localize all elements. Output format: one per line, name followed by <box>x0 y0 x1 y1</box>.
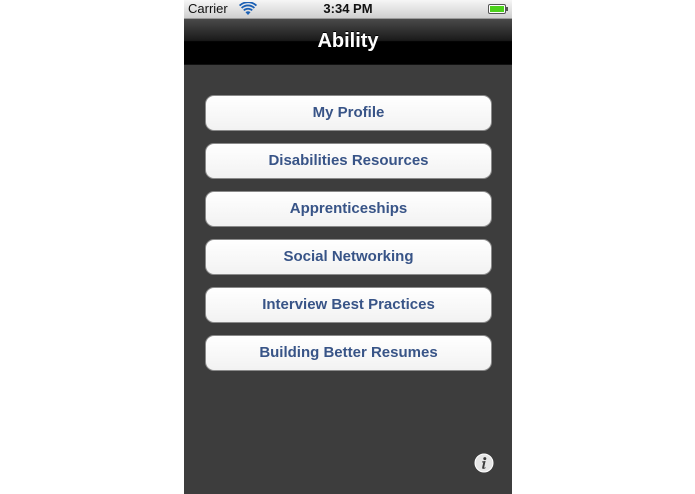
main-content: My Profile Disabilities Resources Appren… <box>184 65 512 494</box>
page-title: Ability <box>317 30 379 52</box>
menu-list: My Profile Disabilities Resources Appren… <box>205 95 492 383</box>
disabilities-resources-button[interactable]: Disabilities Resources <box>205 143 492 179</box>
navigation-bar: Ability <box>184 19 512 65</box>
battery-icon <box>488 4 508 14</box>
interview-best-practices-button[interactable]: Interview Best Practices <box>205 287 492 323</box>
social-networking-button[interactable]: Social Networking <box>205 239 492 275</box>
app-screen: Carrier 3:34 PM Ability My Profile Disab… <box>184 0 512 494</box>
status-bar: Carrier 3:34 PM <box>184 0 512 19</box>
apprenticeships-button[interactable]: Apprenticeships <box>205 191 492 227</box>
building-better-resumes-button[interactable]: Building Better Resumes <box>205 335 492 371</box>
my-profile-button[interactable]: My Profile <box>205 95 492 131</box>
status-time: 3:34 PM <box>323 1 373 16</box>
info-icon[interactable] <box>474 453 494 473</box>
